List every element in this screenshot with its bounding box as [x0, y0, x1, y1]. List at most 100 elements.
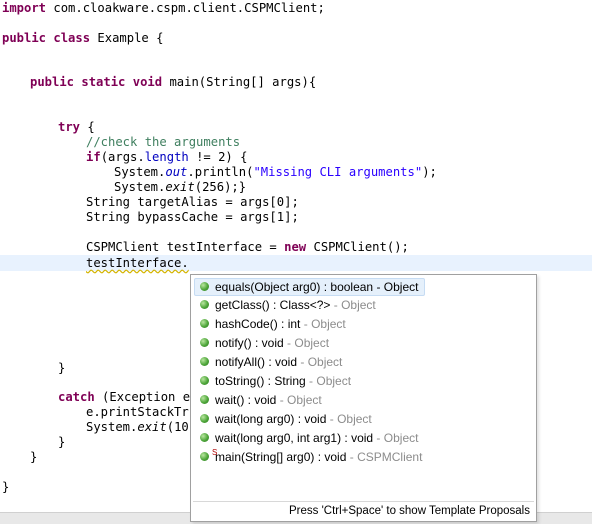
code-line: }	[58, 435, 66, 449]
proposal-equals[interactable]: equals(Object arg0) : boolean - Object	[194, 278, 426, 296]
proposal-owner: Object	[287, 393, 322, 407]
code-text: System.	[114, 165, 166, 179]
proposal-signature: notify() : void	[215, 336, 284, 350]
keyword: new	[284, 240, 307, 254]
static-method-reference: exit	[137, 420, 167, 434]
proposal-main[interactable]: Smain(String[] arg0) : void - CSPMClient	[195, 449, 428, 466]
proposal-notifyall[interactable]: notifyAll() : void - Object	[195, 354, 348, 371]
code-text: System.	[114, 180, 166, 194]
static-method-reference: exit	[165, 180, 195, 194]
proposal-separator: -	[283, 336, 295, 350]
proposal-notify[interactable]: notify() : void - Object	[195, 335, 335, 352]
code-text: CSPMClient testInterface =	[86, 240, 285, 254]
public-method-icon	[200, 433, 209, 443]
code-line: CSPMClient testInterface = new CSPMClien…	[86, 240, 409, 255]
proposal-tostring[interactable]: toString() : String - Object	[195, 373, 357, 390]
code-line: }	[2, 480, 10, 494]
proposal-separator: -	[297, 355, 308, 369]
content-assist-popup[interactable]: equals(Object arg0) : boolean - Object g…	[190, 274, 537, 522]
public-method-icon	[200, 357, 209, 367]
proposal-signature: wait(long arg0) : void	[215, 412, 327, 426]
keyword: static	[81, 75, 126, 89]
code-line: public class Example {	[2, 31, 163, 46]
proposal-owner: Object	[307, 355, 343, 369]
keyword: public	[30, 75, 75, 89]
proposal-separator: -	[373, 431, 384, 445]
proposal-owner: Object	[316, 374, 352, 388]
code-text: .println(	[187, 165, 254, 179]
public-method-icon	[200, 414, 209, 424]
code-line: String bypassCache = args[1];	[86, 210, 299, 224]
proposal-signature: hashCode() : int	[215, 317, 301, 331]
proposal-getclass[interactable]: getClass() : Class<?> - Object	[195, 297, 382, 314]
proposal-signature: getClass() : Class<?>	[215, 298, 331, 312]
code-text: (Exception e	[94, 390, 191, 404]
proposal-signature: main(String[] arg0) : void	[215, 450, 347, 464]
static-marker: S	[212, 448, 218, 458]
proposal-signature: equals(Object arg0) : boolean	[215, 280, 374, 294]
proposal-separator: -	[305, 374, 317, 388]
code-text: );	[422, 165, 437, 179]
code-line: System.out.println("Missing CLI argument…	[114, 165, 437, 180]
code-line: }	[58, 361, 66, 375]
code-line: catch (Exception e	[58, 390, 190, 405]
code-line: System.exit(256);}	[114, 180, 246, 195]
code-text: (10	[166, 420, 189, 434]
proposal-separator: -	[330, 298, 342, 312]
public-method-icon	[200, 300, 209, 310]
proposal-signature: wait(long arg0, int arg1) : void	[215, 431, 374, 445]
keyword: class	[53, 31, 91, 45]
proposal-signature: toString() : String	[215, 374, 306, 388]
public-method-icon	[200, 319, 209, 329]
code-text: {	[80, 120, 95, 134]
code-text: Example {	[90, 31, 164, 45]
string-literal: "Missing CLI arguments"	[253, 165, 423, 179]
field-reference: length	[144, 150, 189, 164]
code-line: public static void main(String[] args){	[30, 75, 316, 90]
keyword: public	[2, 31, 47, 45]
keyword: if	[86, 150, 101, 164]
static-field-reference: out	[165, 165, 188, 179]
proposal-owner: Object	[337, 412, 372, 426]
popup-divider	[193, 501, 534, 502]
code-text: (args.	[100, 150, 145, 164]
proposal-wait-long[interactable]: wait(long arg0) : void - Object	[195, 411, 378, 428]
proposal-hashcode[interactable]: hashCode() : int - Object	[195, 316, 352, 333]
code-text: System.	[86, 420, 138, 434]
proposal-separator: -	[373, 280, 384, 294]
code-line: }	[30, 450, 38, 464]
keyword: void	[132, 75, 163, 89]
keyword: import	[2, 1, 47, 15]
proposal-wait[interactable]: wait() : void - Object	[195, 392, 328, 409]
code-text: != 2) {	[188, 150, 248, 164]
proposal-separator: -	[346, 450, 358, 464]
public-method-icon	[200, 338, 209, 348]
code-line: try {	[58, 120, 95, 135]
proposal-separator: -	[300, 317, 312, 331]
proposal-owner: CSPMClient	[357, 450, 423, 464]
template-proposals-hint: Press 'Ctrl+Space' to show Template Prop…	[288, 505, 530, 517]
public-method-icon	[200, 376, 209, 386]
code-line: if(args.length != 2) {	[86, 150, 247, 165]
code-line: System.exit(10	[86, 420, 189, 435]
code-comment: //check the arguments	[86, 135, 241, 149]
public-method-icon	[200, 282, 209, 292]
proposal-signature: wait() : void	[215, 393, 277, 407]
code-line: String targetAlias = args[0];	[86, 195, 299, 209]
proposal-owner: Object	[383, 431, 419, 445]
proposal-owner: Object	[311, 317, 346, 331]
proposal-owner: Object	[383, 280, 419, 294]
code-line: import com.cloakware.cspm.client.CSPMCli…	[2, 1, 325, 16]
proposal-signature: notifyAll() : void	[215, 355, 298, 369]
proposal-separator: -	[326, 412, 338, 426]
proposal-owner: Object	[294, 336, 330, 350]
code-line: e.printStackTr	[86, 405, 189, 419]
code-text: CSPMClient();	[306, 240, 409, 254]
keyword: catch	[58, 390, 95, 404]
code-text: (256);}	[194, 180, 247, 194]
code-line-current[interactable]: testInterface.	[86, 256, 189, 271]
public-method-icon	[200, 395, 209, 405]
code-text: main(String[] args){	[162, 75, 317, 89]
public-static-method-icon: S	[200, 449, 217, 462]
proposal-wait-long-int[interactable]: wait(long arg0, int arg1) : void - Objec…	[195, 430, 424, 447]
